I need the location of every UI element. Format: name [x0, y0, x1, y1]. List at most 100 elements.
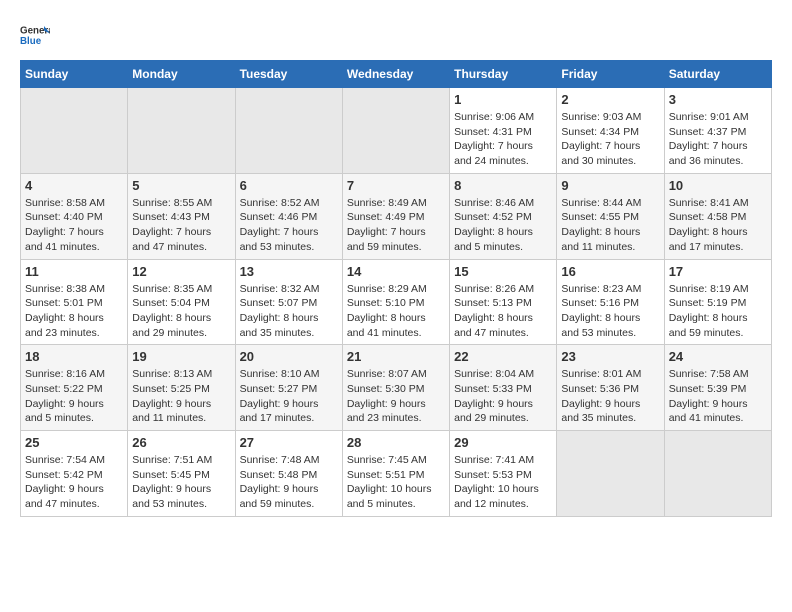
day-number: 26: [132, 435, 230, 450]
day-number: 7: [347, 178, 445, 193]
day-info: Sunrise: 7:41 AM Sunset: 5:53 PM Dayligh…: [454, 453, 552, 512]
day-number: 18: [25, 349, 123, 364]
calendar-cell: [21, 88, 128, 174]
calendar-cell: 6 Sunrise: 8:52 AM Sunset: 4:46 PM Dayli…: [235, 173, 342, 259]
day-info: Sunrise: 8:44 AM Sunset: 4:55 PM Dayligh…: [561, 196, 659, 255]
svg-text:Blue: Blue: [20, 36, 42, 47]
day-info: Sunrise: 8:23 AM Sunset: 5:16 PM Dayligh…: [561, 282, 659, 341]
day-number: 8: [454, 178, 552, 193]
day-info: Sunrise: 8:58 AM Sunset: 4:40 PM Dayligh…: [25, 196, 123, 255]
day-info: Sunrise: 8:01 AM Sunset: 5:36 PM Dayligh…: [561, 367, 659, 426]
day-info: Sunrise: 7:48 AM Sunset: 5:48 PM Dayligh…: [240, 453, 338, 512]
calendar-cell: 16 Sunrise: 8:23 AM Sunset: 5:16 PM Dayl…: [557, 259, 664, 345]
calendar-cell: 4 Sunrise: 8:58 AM Sunset: 4:40 PM Dayli…: [21, 173, 128, 259]
calendar-cell: 17 Sunrise: 8:19 AM Sunset: 5:19 PM Dayl…: [664, 259, 771, 345]
day-info: Sunrise: 8:04 AM Sunset: 5:33 PM Dayligh…: [454, 367, 552, 426]
day-info: Sunrise: 8:07 AM Sunset: 5:30 PM Dayligh…: [347, 367, 445, 426]
calendar-cell: 20 Sunrise: 8:10 AM Sunset: 5:27 PM Dayl…: [235, 345, 342, 431]
day-number: 1: [454, 92, 552, 107]
day-number: 6: [240, 178, 338, 193]
calendar-cell: 1 Sunrise: 9:06 AM Sunset: 4:31 PM Dayli…: [450, 88, 557, 174]
calendar-cell: 11 Sunrise: 8:38 AM Sunset: 5:01 PM Dayl…: [21, 259, 128, 345]
day-number: 2: [561, 92, 659, 107]
weekday-header: Tuesday: [235, 61, 342, 88]
day-info: Sunrise: 8:41 AM Sunset: 4:58 PM Dayligh…: [669, 196, 767, 255]
calendar-cell: 26 Sunrise: 7:51 AM Sunset: 5:45 PM Dayl…: [128, 431, 235, 517]
day-info: Sunrise: 8:52 AM Sunset: 4:46 PM Dayligh…: [240, 196, 338, 255]
logo: General Blue: [20, 20, 54, 50]
calendar-cell: 25 Sunrise: 7:54 AM Sunset: 5:42 PM Dayl…: [21, 431, 128, 517]
day-info: Sunrise: 9:01 AM Sunset: 4:37 PM Dayligh…: [669, 110, 767, 169]
day-number: 3: [669, 92, 767, 107]
calendar-cell: 2 Sunrise: 9:03 AM Sunset: 4:34 PM Dayli…: [557, 88, 664, 174]
day-info: Sunrise: 9:03 AM Sunset: 4:34 PM Dayligh…: [561, 110, 659, 169]
calendar-cell: [557, 431, 664, 517]
day-info: Sunrise: 7:45 AM Sunset: 5:51 PM Dayligh…: [347, 453, 445, 512]
day-number: 16: [561, 264, 659, 279]
header: General Blue: [20, 20, 772, 50]
day-info: Sunrise: 8:19 AM Sunset: 5:19 PM Dayligh…: [669, 282, 767, 341]
weekday-header: Friday: [557, 61, 664, 88]
day-info: Sunrise: 8:13 AM Sunset: 5:25 PM Dayligh…: [132, 367, 230, 426]
day-number: 14: [347, 264, 445, 279]
day-info: Sunrise: 8:49 AM Sunset: 4:49 PM Dayligh…: [347, 196, 445, 255]
day-number: 20: [240, 349, 338, 364]
calendar-cell: [342, 88, 449, 174]
calendar-cell: 10 Sunrise: 8:41 AM Sunset: 4:58 PM Dayl…: [664, 173, 771, 259]
calendar-cell: 24 Sunrise: 7:58 AM Sunset: 5:39 PM Dayl…: [664, 345, 771, 431]
day-number: 17: [669, 264, 767, 279]
day-info: Sunrise: 7:58 AM Sunset: 5:39 PM Dayligh…: [669, 367, 767, 426]
day-info: Sunrise: 8:55 AM Sunset: 4:43 PM Dayligh…: [132, 196, 230, 255]
day-info: Sunrise: 7:51 AM Sunset: 5:45 PM Dayligh…: [132, 453, 230, 512]
calendar-cell: 18 Sunrise: 8:16 AM Sunset: 5:22 PM Dayl…: [21, 345, 128, 431]
day-info: Sunrise: 8:26 AM Sunset: 5:13 PM Dayligh…: [454, 282, 552, 341]
calendar-cell: 23 Sunrise: 8:01 AM Sunset: 5:36 PM Dayl…: [557, 345, 664, 431]
calendar-cell: 7 Sunrise: 8:49 AM Sunset: 4:49 PM Dayli…: [342, 173, 449, 259]
day-number: 5: [132, 178, 230, 193]
day-info: Sunrise: 8:46 AM Sunset: 4:52 PM Dayligh…: [454, 196, 552, 255]
calendar-cell: 29 Sunrise: 7:41 AM Sunset: 5:53 PM Dayl…: [450, 431, 557, 517]
day-number: 23: [561, 349, 659, 364]
day-info: Sunrise: 8:35 AM Sunset: 5:04 PM Dayligh…: [132, 282, 230, 341]
day-number: 13: [240, 264, 338, 279]
calendar-cell: 19 Sunrise: 8:13 AM Sunset: 5:25 PM Dayl…: [128, 345, 235, 431]
logo-icon: General Blue: [20, 20, 50, 50]
day-info: Sunrise: 9:06 AM Sunset: 4:31 PM Dayligh…: [454, 110, 552, 169]
day-number: 15: [454, 264, 552, 279]
day-number: 19: [132, 349, 230, 364]
day-number: 9: [561, 178, 659, 193]
day-number: 21: [347, 349, 445, 364]
day-number: 4: [25, 178, 123, 193]
day-number: 28: [347, 435, 445, 450]
calendar-cell: [235, 88, 342, 174]
day-info: Sunrise: 8:32 AM Sunset: 5:07 PM Dayligh…: [240, 282, 338, 341]
day-number: 29: [454, 435, 552, 450]
calendar-cell: 14 Sunrise: 8:29 AM Sunset: 5:10 PM Dayl…: [342, 259, 449, 345]
weekday-header: Wednesday: [342, 61, 449, 88]
calendar-cell: 28 Sunrise: 7:45 AM Sunset: 5:51 PM Dayl…: [342, 431, 449, 517]
calendar-table: SundayMondayTuesdayWednesdayThursdayFrid…: [20, 60, 772, 517]
day-info: Sunrise: 8:16 AM Sunset: 5:22 PM Dayligh…: [25, 367, 123, 426]
day-info: Sunrise: 8:29 AM Sunset: 5:10 PM Dayligh…: [347, 282, 445, 341]
day-number: 12: [132, 264, 230, 279]
weekday-header: Monday: [128, 61, 235, 88]
calendar-cell: [128, 88, 235, 174]
calendar-cell: 21 Sunrise: 8:07 AM Sunset: 5:30 PM Dayl…: [342, 345, 449, 431]
calendar-cell: 8 Sunrise: 8:46 AM Sunset: 4:52 PM Dayli…: [450, 173, 557, 259]
calendar-cell: 15 Sunrise: 8:26 AM Sunset: 5:13 PM Dayl…: [450, 259, 557, 345]
day-info: Sunrise: 7:54 AM Sunset: 5:42 PM Dayligh…: [25, 453, 123, 512]
calendar-cell: 13 Sunrise: 8:32 AM Sunset: 5:07 PM Dayl…: [235, 259, 342, 345]
day-info: Sunrise: 8:10 AM Sunset: 5:27 PM Dayligh…: [240, 367, 338, 426]
weekday-header: Thursday: [450, 61, 557, 88]
weekday-header: Saturday: [664, 61, 771, 88]
day-number: 25: [25, 435, 123, 450]
day-info: Sunrise: 8:38 AM Sunset: 5:01 PM Dayligh…: [25, 282, 123, 341]
day-number: 10: [669, 178, 767, 193]
day-number: 27: [240, 435, 338, 450]
calendar-cell: 27 Sunrise: 7:48 AM Sunset: 5:48 PM Dayl…: [235, 431, 342, 517]
calendar-cell: 9 Sunrise: 8:44 AM Sunset: 4:55 PM Dayli…: [557, 173, 664, 259]
weekday-header: Sunday: [21, 61, 128, 88]
calendar-cell: 22 Sunrise: 8:04 AM Sunset: 5:33 PM Dayl…: [450, 345, 557, 431]
calendar-cell: 12 Sunrise: 8:35 AM Sunset: 5:04 PM Dayl…: [128, 259, 235, 345]
day-number: 11: [25, 264, 123, 279]
